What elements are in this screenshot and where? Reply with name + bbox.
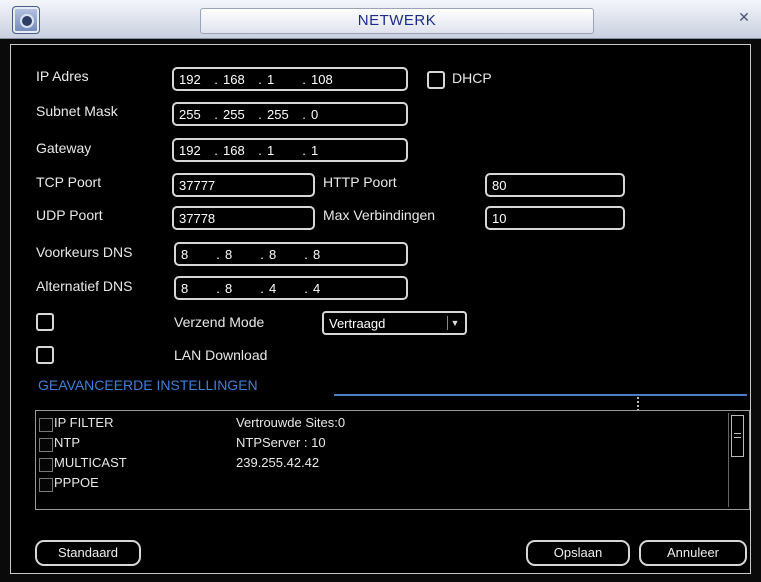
ip-octet-3: 1 <box>267 71 275 87</box>
lan-download-label: LAN Download <box>174 347 268 363</box>
list-item-info: NTPServer : 10 <box>236 435 326 450</box>
dhcp-label: DHCP <box>452 70 492 86</box>
tcp-port-label: TCP Poort <box>36 174 102 190</box>
subnet-octet-2: 255 <box>223 106 245 122</box>
list-item-info: Vertrouwde Sites:0 <box>236 415 346 430</box>
ip-octet-1: 192 <box>179 71 201 87</box>
alternate-dns-label: Alternatief DNS <box>36 278 133 294</box>
dns2-octet-3: 4 <box>269 280 277 296</box>
gateway-octet-1: 192 <box>179 142 201 158</box>
subnet-mask-field[interactable]: 255. 255. 255. 0 <box>172 102 408 126</box>
ip-address-field[interactable]: 192. 168. 1. 108 <box>172 67 408 91</box>
advanced-settings-title: GEAVANCEERDE INSTELLINGEN <box>38 377 258 393</box>
udp-port-field[interactable]: 37778 <box>172 206 315 230</box>
list-item-name: IP FILTER <box>54 415 114 430</box>
preferred-dns-field[interactable]: 8. 8. 8. 8 <box>174 242 408 266</box>
tcp-port-value: 37777 <box>179 178 216 193</box>
dns2-octet-4: 4 <box>313 280 321 296</box>
gateway-field[interactable]: 192. 168. 1. 1 <box>172 138 408 162</box>
save-button[interactable]: Opslaan <box>526 540 630 566</box>
lan-download-checkbox[interactable] <box>36 346 54 364</box>
list-item-name: MULTICAST <box>54 455 127 470</box>
send-mode-label: Verzend Mode <box>174 314 265 330</box>
dns1-octet-4: 8 <box>313 246 321 262</box>
chevron-down-icon: ▼ <box>447 316 462 330</box>
subnet-mask-label: Subnet Mask <box>36 103 118 119</box>
list-item-name: NTP <box>54 435 80 450</box>
udp-port-value: 37778 <box>179 211 216 226</box>
list-scrollbar[interactable] <box>728 413 747 507</box>
send-mode-value: Vertraagd <box>329 316 386 331</box>
list-item-info: 239.255.42.42 <box>236 455 320 470</box>
cancel-button[interactable]: Annuleer <box>639 540 747 566</box>
dhcp-checkbox[interactable] <box>427 71 445 89</box>
max-connections-value: 10 <box>492 211 507 226</box>
subnet-octet-3: 255 <box>267 106 289 122</box>
subnet-octet-1: 255 <box>179 106 201 122</box>
send-mode-checkbox[interactable] <box>36 313 54 331</box>
dns2-octet-2: 8 <box>225 280 233 296</box>
section-divider <box>334 394 747 396</box>
pppoe-checkbox[interactable] <box>39 478 53 492</box>
udp-port-label: UDP Poort <box>36 207 103 223</box>
ip-filter-checkbox[interactable] <box>39 418 53 432</box>
dns2-octet-1: 8 <box>181 280 189 296</box>
max-connections-field[interactable]: 10 <box>485 206 625 230</box>
title-bar: NETWERK ✕ <box>0 0 761 39</box>
http-port-value: 80 <box>492 178 507 193</box>
alternate-dns-field[interactable]: 8. 8. 4. 4 <box>174 276 408 300</box>
http-port-field[interactable]: 80 <box>485 173 625 197</box>
dns1-octet-1: 8 <box>181 246 189 262</box>
ntp-checkbox[interactable] <box>39 438 53 452</box>
dns1-octet-2: 8 <box>225 246 233 262</box>
preferred-dns-label: Voorkeurs DNS <box>36 244 133 260</box>
divider-marker <box>637 397 641 411</box>
max-connections-label: Max Verbindingen <box>323 207 436 223</box>
http-port-label: HTTP Poort <box>323 174 397 190</box>
scrollbar-thumb[interactable] <box>731 415 744 457</box>
ip-address-label: IP Adres <box>36 68 89 84</box>
dns1-octet-3: 8 <box>269 246 277 262</box>
gateway-octet-2: 168 <box>223 142 245 158</box>
gateway-label: Gateway <box>36 140 92 156</box>
multicast-checkbox[interactable] <box>39 458 53 472</box>
network-settings-icon <box>12 6 40 34</box>
send-mode-select[interactable]: Vertraagd ▼ <box>322 311 467 335</box>
gateway-octet-4: 1 <box>311 142 319 158</box>
ip-octet-2: 168 <box>223 71 245 87</box>
window-title: NETWERK <box>200 8 594 34</box>
gateway-octet-3: 1 <box>267 142 275 158</box>
list-item[interactable]: IP FILTER Vertrouwde Sites:0 <box>36 413 726 433</box>
tcp-port-field[interactable]: 37777 <box>172 173 315 197</box>
list-item-name: PPPOE <box>54 475 99 490</box>
list-item[interactable]: PPPOE <box>36 473 726 493</box>
close-icon[interactable]: ✕ <box>738 10 750 24</box>
list-item[interactable]: NTP NTPServer : 10 <box>36 433 726 453</box>
subnet-octet-4: 0 <box>311 106 319 122</box>
ip-octet-4: 108 <box>311 71 333 87</box>
list-item[interactable]: MULTICAST 239.255.42.42 <box>36 453 726 473</box>
default-button[interactable]: Standaard <box>35 540 141 566</box>
advanced-settings-list: IP FILTER Vertrouwde Sites:0 NTP NTPServ… <box>35 410 750 510</box>
